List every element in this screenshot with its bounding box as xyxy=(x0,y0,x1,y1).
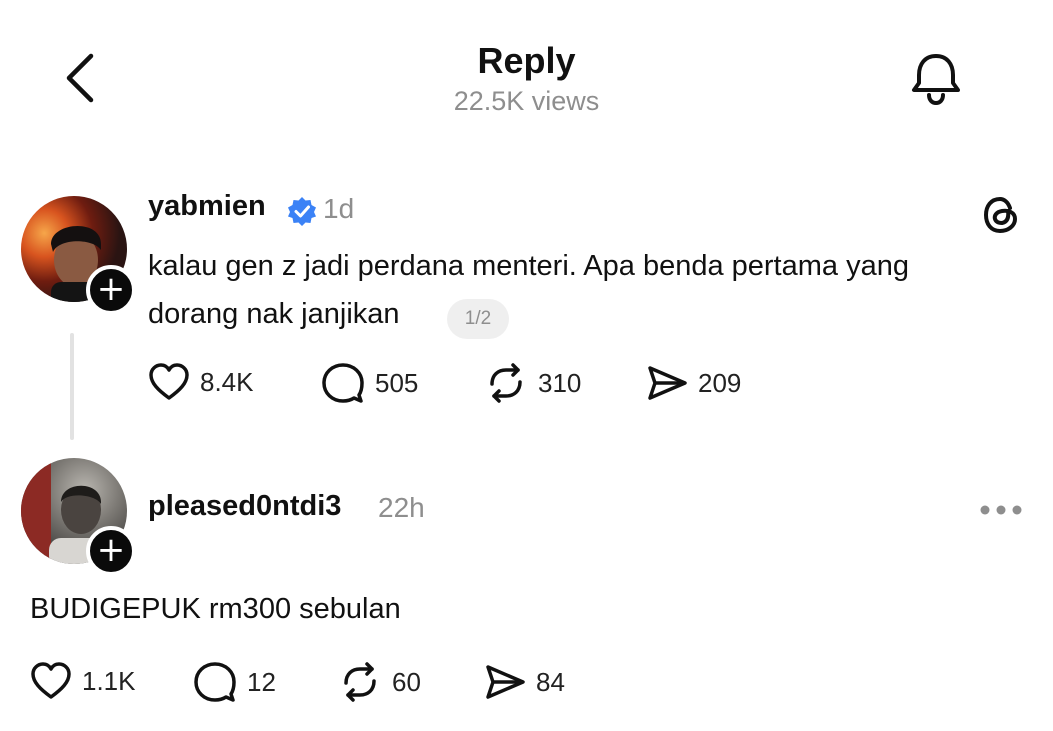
bell-icon xyxy=(912,54,960,106)
notifications-button[interactable] xyxy=(908,50,964,108)
post-text-line-1: kalau gen z jadi perdana menteri. Apa be… xyxy=(148,250,909,282)
heart-icon xyxy=(31,662,71,699)
repost-count: 60 xyxy=(392,666,421,697)
threads-logo-icon[interactable] xyxy=(980,194,1022,236)
reply-count: 505 xyxy=(375,367,419,398)
comment-icon xyxy=(322,363,364,403)
repost-icon xyxy=(490,363,522,403)
repost-icon xyxy=(344,662,376,702)
send-icon xyxy=(648,366,687,400)
verified-badge-icon xyxy=(287,196,317,226)
reply-timestamp: 22h xyxy=(378,492,425,523)
page-title: Reply xyxy=(477,40,576,81)
reply-text: BUDIGEPUK rm300 sebulan xyxy=(30,593,401,625)
reply-button[interactable]: 12 xyxy=(193,661,276,703)
share-button[interactable]: 84 xyxy=(484,661,565,703)
like-button[interactable]: 8.4K xyxy=(148,362,254,402)
thread-connector-line xyxy=(70,333,74,440)
heart-icon xyxy=(149,363,189,400)
reply-username[interactable]: pleased0ntdi3 xyxy=(148,490,341,523)
repost-count: 310 xyxy=(538,367,582,398)
share-count: 209 xyxy=(698,367,742,398)
send-icon xyxy=(486,665,525,699)
share-count: 84 xyxy=(536,666,565,697)
view-count: 22.5K views xyxy=(453,86,600,116)
reply-button[interactable]: 505 xyxy=(321,362,418,404)
share-button[interactable]: 209 xyxy=(646,362,741,404)
page-indicator-badge[interactable]: 1/2 xyxy=(447,299,509,339)
post-username[interactable]: yabmien xyxy=(148,190,266,223)
more-options-button[interactable] xyxy=(978,500,1024,520)
reply-count: 12 xyxy=(247,666,276,697)
repost-button[interactable]: 310 xyxy=(484,362,581,404)
follow-button[interactable]: + xyxy=(86,265,136,315)
plus-icon: + xyxy=(96,269,126,309)
post-timestamp: 1d xyxy=(323,193,355,224)
like-count: 8.4K xyxy=(200,366,254,397)
plus-icon: + xyxy=(96,530,126,570)
like-button[interactable]: 1.1K xyxy=(30,661,136,701)
comment-icon xyxy=(194,662,236,702)
more-horizontal-icon xyxy=(980,505,1022,515)
follow-button[interactable]: + xyxy=(86,526,136,576)
repost-button[interactable]: 60 xyxy=(338,661,421,703)
like-count: 1.1K xyxy=(82,665,136,696)
post-text-line-2: dorang nak janjikan xyxy=(148,298,400,330)
